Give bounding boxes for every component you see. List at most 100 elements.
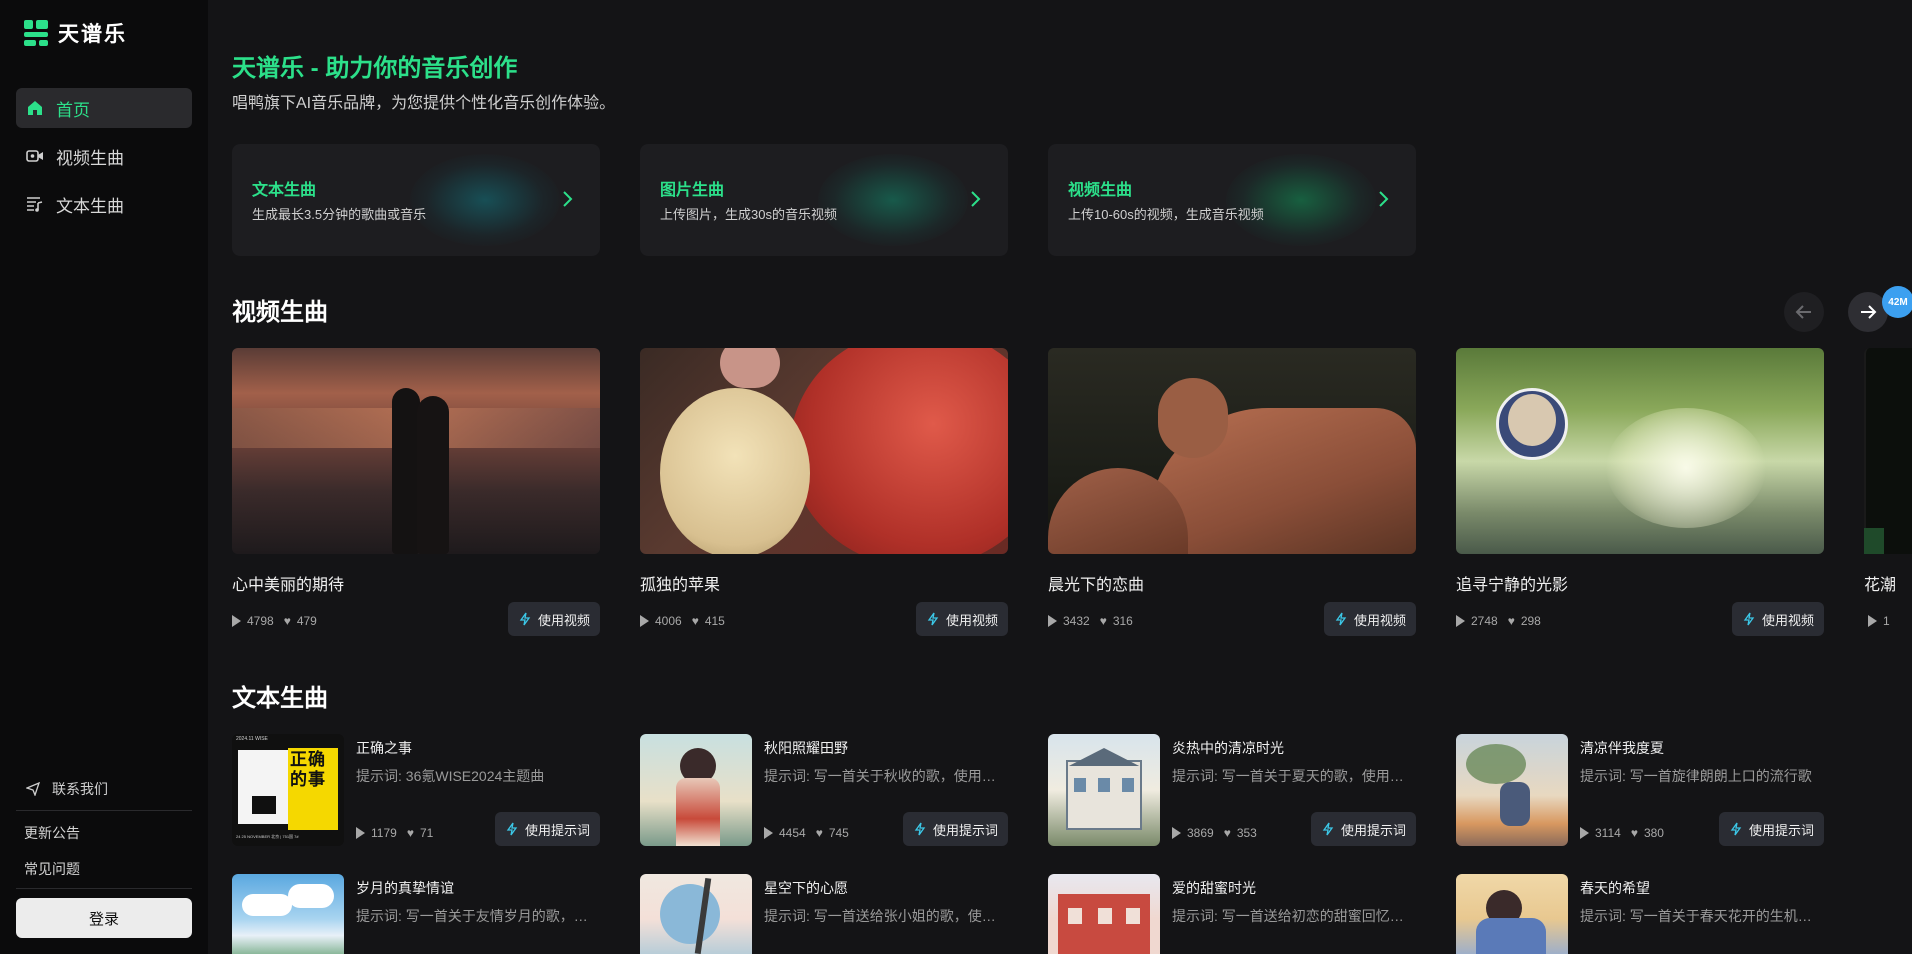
lightning-icon: [1730, 822, 1742, 836]
lightning-icon: [927, 612, 939, 626]
use-video-button[interactable]: 使用视频: [1731, 602, 1824, 636]
heart-icon: ♥: [815, 826, 823, 840]
text-song-card[interactable]: 2024.11 WISE 正确的事 24 25 NOVEMBER 北京 | 75…: [232, 734, 600, 846]
video-stats: 2748 ♥ 298: [1456, 614, 1541, 628]
text-song-card[interactable]: 爱的甜蜜时光 提示词: 写一首送给初恋的甜蜜回忆之…: [1048, 874, 1416, 954]
song-cover[interactable]: [232, 874, 344, 954]
like-count: 745: [828, 826, 849, 840]
song-stats: 3114 ♥ 380: [1580, 826, 1664, 840]
play-count: 3432: [1063, 614, 1090, 628]
song-cover[interactable]: [640, 874, 752, 954]
text-music-icon: [27, 197, 43, 212]
text-song-card[interactable]: 清凉伴我度夏 提示词: 写一首旋律朗朗上口的流行歌 3114 ♥ 380 使用提…: [1456, 734, 1824, 846]
like-count: 380: [1643, 826, 1664, 840]
heart-icon: ♥: [1223, 826, 1231, 840]
use-prompt-label: 使用提示词: [932, 822, 998, 838]
song-stats: 4454 ♥ 745: [764, 826, 849, 840]
section-title-video: 视频生曲: [232, 299, 328, 326]
song-title: 正确之事: [356, 740, 412, 756]
page-title: 天谱乐 - 助力你的音乐创作: [232, 55, 518, 82]
song-title: 岁月的真挚情谊: [356, 880, 454, 896]
text-song-card[interactable]: 炎热中的清凉时光 提示词: 写一首关于夏天的歌，使用古… 3869 ♥ 353 …: [1048, 734, 1416, 846]
use-video-button[interactable]: 使用视频: [1323, 602, 1416, 636]
song-cover[interactable]: [1048, 734, 1160, 846]
like-count: 71: [419, 826, 434, 840]
video-card[interactable]: 晨光下的恋曲 3432 ♥ 316 使用视频: [1048, 348, 1416, 636]
heart-icon: ♥: [1099, 614, 1107, 628]
song-stats: 3869 ♥ 353: [1172, 826, 1257, 840]
video-title: 心中美丽的期待: [232, 577, 345, 594]
feature-title: 视频生曲: [1068, 182, 1133, 199]
use-video-label: 使用视频: [1761, 612, 1814, 628]
section-title-text: 文本生曲: [232, 685, 328, 712]
play-count: 1: [1883, 614, 1890, 628]
video-card[interactable]: 追寻宁静的光影 2748 ♥ 298 使用视频: [1456, 348, 1824, 636]
nav-item-label: 首页: [56, 100, 90, 120]
text-song-card[interactable]: 星空下的心愿 提示词: 写一首送给张小姐的歌，使用…: [640, 874, 1008, 954]
nav-item-text-music[interactable]: 文本生曲: [16, 184, 192, 224]
use-prompt-button[interactable]: 使用提示词: [1310, 812, 1416, 846]
text-song-card[interactable]: 春天的希望 提示词: 写一首关于春天花开的生机之…: [1456, 874, 1824, 954]
like-count: 415: [704, 614, 725, 628]
use-video-label: 使用视频: [945, 612, 998, 628]
video-thumbnail[interactable]: [1048, 348, 1416, 554]
use-prompt-button[interactable]: 使用提示词: [902, 812, 1008, 846]
song-cover[interactable]: 2024.11 WISE 正确的事 24 25 NOVEMBER 北京 | 75…: [232, 734, 344, 846]
use-prompt-button[interactable]: 使用提示词: [494, 812, 600, 846]
contact-us-link[interactable]: 联系我们: [16, 776, 192, 802]
use-video-button[interactable]: 使用视频: [507, 602, 600, 636]
video-thumbnail[interactable]: [232, 348, 600, 554]
song-prompt: 提示词: 写一首关于友情岁月的歌，使…: [356, 908, 600, 924]
chevron-right-icon: [1379, 191, 1389, 207]
sidebar-divider: [16, 810, 192, 811]
heart-icon: ♥: [1630, 826, 1638, 840]
video-icon: [26, 150, 43, 162]
nav-item-label: 文本生曲: [56, 196, 124, 216]
song-cover[interactable]: [1048, 874, 1160, 954]
send-icon: [26, 782, 40, 796]
nav-item-video-music[interactable]: 视频生曲: [16, 136, 192, 176]
carousel-prev-button[interactable]: [1784, 292, 1824, 332]
chevron-right-icon: [971, 191, 981, 207]
play-icon: [1868, 615, 1877, 627]
feature-desc: 生成最长3.5分钟的歌曲或音乐: [252, 207, 427, 222]
nav-item-home[interactable]: 首页: [16, 88, 192, 128]
song-cover[interactable]: [640, 734, 752, 846]
video-thumbnail[interactable]: [640, 348, 1008, 554]
cover-date: 24 25 NOVEMBER 北京 | 751国 7#: [236, 834, 299, 839]
updates-link[interactable]: 更新公告: [16, 820, 192, 846]
video-stats: 3432 ♥ 316: [1048, 614, 1133, 628]
video-title: 晨光下的恋曲: [1048, 577, 1145, 594]
chevron-right-icon: [563, 191, 573, 207]
play-count: 4798: [247, 614, 274, 628]
contact-us-label: 联系我们: [52, 781, 108, 797]
feature-card-text-music[interactable]: 文本生曲 生成最长3.5分钟的歌曲或音乐: [232, 144, 600, 256]
text-song-card[interactable]: 秋阳照耀田野 提示词: 写一首关于秋收的歌，使用摇… 4454 ♥ 745 使用…: [640, 734, 1008, 846]
text-song-card[interactable]: 岁月的真挚情谊 提示词: 写一首关于友情岁月的歌，使…: [232, 874, 600, 954]
use-video-button[interactable]: 使用视频: [915, 602, 1008, 636]
song-title: 春天的希望: [1580, 880, 1650, 896]
status-badge: 42M: [1882, 286, 1912, 318]
heart-icon: ♥: [691, 614, 699, 628]
feature-desc: 上传10-60s的视频，生成音乐视频: [1068, 207, 1264, 222]
feature-desc: 上传图片，生成30s的音乐视频: [660, 207, 837, 222]
video-thumbnail[interactable]: [1456, 348, 1824, 554]
video-card-partial[interactable]: 花潮 1: [1864, 348, 1912, 648]
song-prompt: 提示词: 写一首关于秋收的歌，使用摇…: [764, 768, 1008, 784]
video-card[interactable]: 孤独的苹果 4006 ♥ 415 使用视频: [640, 348, 1008, 636]
faq-link[interactable]: 常见问题: [16, 856, 192, 882]
feature-card-video-music[interactable]: 视频生曲 上传10-60s的视频，生成音乐视频: [1048, 144, 1416, 256]
logo[interactable]: 天谱乐: [24, 18, 127, 48]
song-title: 星空下的心愿: [764, 880, 848, 896]
page-subtitle: 唱鸭旗下AI音乐品牌，为您提供个性化音乐创作体验。: [232, 95, 616, 112]
like-count: 316: [1112, 614, 1133, 628]
play-count: 2748: [1471, 614, 1498, 628]
feature-card-image-music[interactable]: 图片生曲 上传图片，生成30s的音乐视频: [640, 144, 1008, 256]
song-cover[interactable]: [1456, 734, 1568, 846]
song-title: 炎热中的清凉时光: [1172, 740, 1284, 756]
use-prompt-button[interactable]: 使用提示词: [1718, 812, 1824, 846]
video-card[interactable]: 心中美丽的期待 4798 ♥ 479 使用视频: [232, 348, 600, 636]
login-button[interactable]: 登录: [16, 898, 192, 938]
song-cover[interactable]: [1456, 874, 1568, 954]
cover-tags: 2024.11 WISE: [236, 736, 268, 742]
